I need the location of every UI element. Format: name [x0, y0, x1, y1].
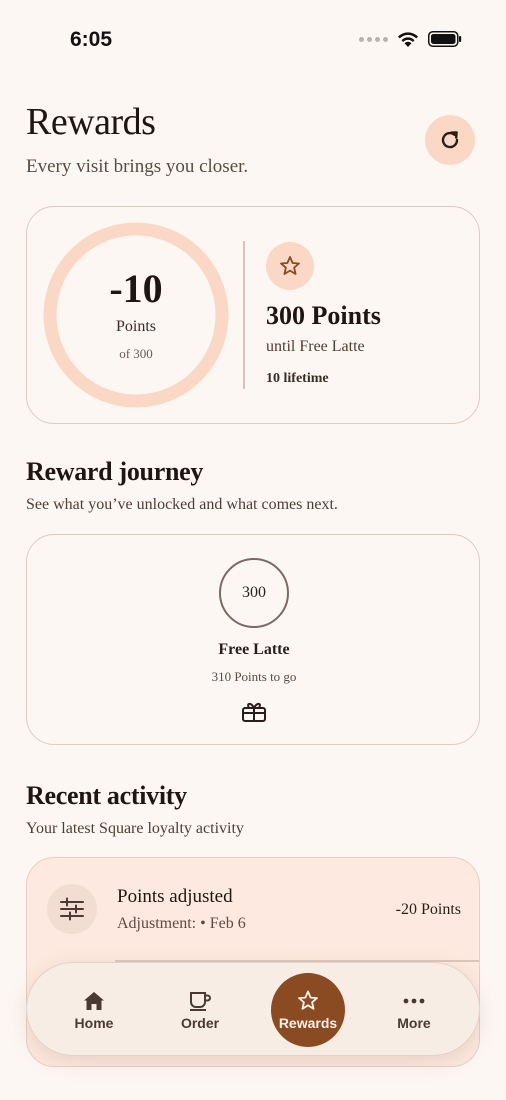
points-progress-ring: [43, 222, 229, 408]
milestone-points: 300: [219, 558, 289, 628]
activity-title: Recent activity: [26, 781, 187, 810]
journey-title: Reward journey: [26, 457, 204, 486]
cup-icon: [190, 991, 211, 1011]
wifi-icon: [398, 32, 418, 47]
star-icon: [280, 256, 300, 275]
points-card: -10 Points of 300 300 Points until Free …: [26, 206, 480, 424]
nav-rewards-label: Rewards: [278, 1014, 338, 1031]
milestone-name: Free Latte: [218, 641, 290, 658]
refresh-button[interactable]: [425, 115, 475, 165]
journey-card[interactable]: 300 Free Latte 310 Points to go: [26, 534, 480, 745]
nav-rewards[interactable]: Rewards: [271, 973, 345, 1047]
page-subtitle: Every visit brings you closer.: [26, 156, 249, 177]
nav-home-label: Home: [74, 1014, 114, 1031]
star-icon: [298, 990, 318, 1010]
nav-more-label: More: [397, 1014, 431, 1031]
points-balance-label: Points: [115, 318, 156, 335]
activity-item-title: Points adjusted: [117, 886, 233, 907]
status-icons: [359, 30, 462, 48]
activity-item-detail: Adjustment: • Feb 6: [117, 915, 246, 932]
points-goal: of 300: [119, 346, 153, 361]
nav-order-label: Order: [180, 1014, 220, 1031]
lifetime-points: 10 lifetime: [266, 371, 329, 386]
more-icon: [403, 998, 425, 1003]
star-badge: [266, 242, 314, 290]
bottom-nav: Home Order Rewards More: [26, 962, 480, 1056]
status-time: 6:05: [70, 28, 113, 51]
nav-home[interactable]: Home: [57, 973, 131, 1047]
gift-icon: [242, 702, 266, 722]
nav-more[interactable]: More: [377, 973, 451, 1047]
next-reward-label: until Free Latte: [266, 338, 365, 355]
activity-item-points: -20 Points: [395, 901, 461, 918]
journey-subtitle: See what you’ve unlocked and what comes …: [26, 496, 338, 513]
next-reward-points: 300 Points: [266, 301, 381, 330]
activity-subtitle: Your latest Square loyalty activity: [26, 820, 244, 837]
page-title: Rewards: [26, 101, 156, 143]
card-divider: [243, 241, 245, 389]
home-icon: [84, 991, 104, 1010]
battery-icon: [428, 31, 462, 47]
activity-icon: [47, 884, 97, 934]
nav-order[interactable]: Order: [163, 973, 237, 1047]
adjust-icon: [60, 897, 84, 921]
signal-icon: [359, 36, 388, 42]
milestone-remaining: 310 Points to go: [211, 669, 297, 684]
status-bar: 6:05: [0, 0, 506, 84]
points-balance: -10: [109, 266, 163, 311]
refresh-icon: [441, 131, 459, 149]
